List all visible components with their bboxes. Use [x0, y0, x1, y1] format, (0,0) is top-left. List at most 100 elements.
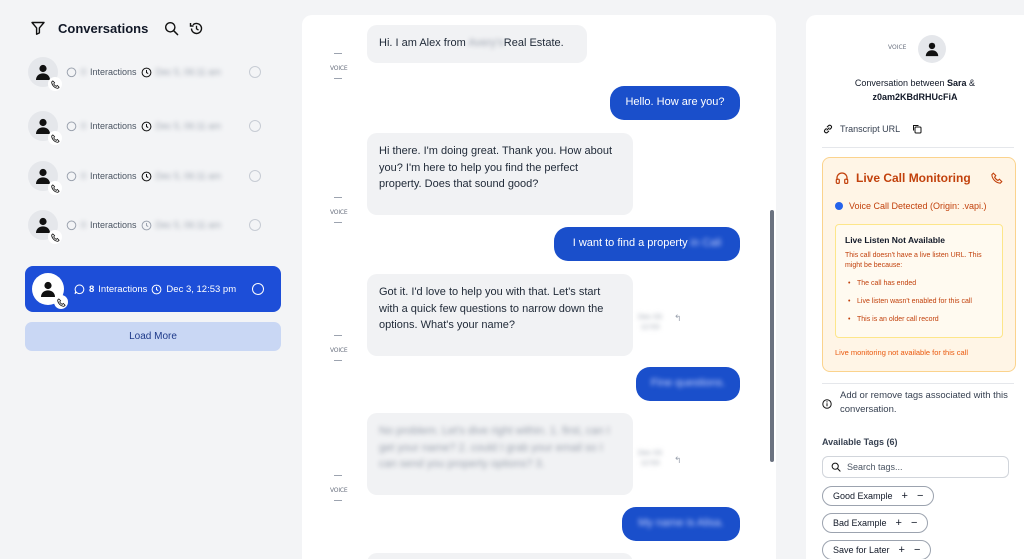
tags-info: Add or remove tags associated with this …	[822, 389, 1010, 417]
unavailable-title: Live Listen Not Available	[845, 235, 945, 245]
live-listen-unavailable-box: Live Listen Not Available This call does…	[835, 224, 1003, 338]
chat-bubble-icon	[74, 283, 85, 295]
chat-transcript: VOICE Hi. I am Alex from Avery'sReal Est…	[302, 15, 776, 559]
tag-search-input[interactable]	[847, 462, 997, 472]
avatar	[28, 161, 62, 195]
tag-search[interactable]	[822, 456, 1009, 478]
phone-icon	[54, 295, 68, 309]
select-radio[interactable]	[249, 219, 261, 231]
interaction-count: 8	[89, 283, 95, 295]
interactions-label: Interactions	[90, 171, 137, 181]
bot-logo: VOICE	[330, 197, 356, 223]
conversation-timestamp: Dec 3, 12:53 pm	[166, 283, 237, 295]
reply-icon[interactable]: ↰	[674, 455, 682, 466]
select-radio[interactable]	[249, 170, 261, 182]
participants-logos: VOICE	[888, 35, 952, 65]
status-dot	[835, 202, 843, 210]
phone-icon[interactable]	[991, 172, 1003, 184]
bot-logo: VOICE	[888, 44, 907, 51]
clock-icon	[141, 220, 152, 231]
avatar	[28, 210, 62, 244]
add-tag-button[interactable]: +	[896, 517, 902, 529]
bot-logo: VOICE	[330, 53, 356, 79]
clock-icon	[141, 67, 152, 78]
voice-call-detected: Voice Call Detected (Origin: .vapi.)	[835, 201, 987, 211]
bot-logo: VOICE	[330, 475, 356, 501]
interaction-count: 0	[81, 220, 87, 230]
add-tag-button[interactable]: +	[902, 490, 908, 502]
tag-chip[interactable]: Good Example + −	[822, 486, 935, 506]
phone-icon	[48, 77, 62, 91]
user-avatar	[918, 35, 946, 63]
message-time: Dec 03 12:53	[638, 448, 662, 467]
available-tags-heading: Available Tags (6)	[822, 437, 898, 447]
search-icon[interactable]	[164, 21, 179, 36]
agent-message: No problem. Let's dive right within. 1. …	[367, 413, 633, 495]
headphones-icon	[835, 171, 849, 185]
conversation-timestamp: Dec 5, 06:11 am	[155, 67, 221, 77]
clock-icon	[151, 284, 162, 295]
remove-tag-button[interactable]: −	[911, 517, 917, 529]
link-icon	[822, 123, 834, 135]
tag-chip[interactable]: Save for Later + −	[822, 540, 932, 559]
interactions-label: Interactions	[90, 121, 137, 131]
select-radio[interactable]	[249, 66, 261, 78]
live-call-monitoring-card: Live Call Monitoring Voice Call Detected…	[822, 157, 1016, 372]
reason-item: Live listen wasn't enabled for this call	[845, 297, 993, 307]
conversation-item-selected[interactable]: 8 Interactions Dec 3, 12:53 pm	[25, 266, 281, 312]
reasons-list: The call has ended Live listen wasn't en…	[845, 279, 993, 325]
interactions-label: Interactions	[90, 220, 137, 230]
remove-tag-button[interactable]: −	[917, 490, 923, 502]
bot-logo: VOICE	[330, 335, 356, 361]
select-radio[interactable]	[249, 120, 261, 132]
avatar	[32, 273, 68, 309]
filter-icon[interactable]	[30, 20, 46, 36]
chat-bubble-icon	[66, 171, 77, 182]
chat-bubble-icon	[66, 220, 77, 231]
avatar	[28, 111, 62, 145]
conversation-item[interactable]: 0 Interactions Dec 5, 06:11 am	[25, 156, 281, 196]
user-message: I want to find a property in Cali	[554, 227, 740, 261]
remove-tag-button[interactable]: −	[914, 544, 920, 556]
chat-scrollbar[interactable]	[770, 210, 774, 462]
conversation-timestamp: Dec 5, 06:11 am	[155, 220, 221, 230]
conversation-timestamp: Dec 5, 06:11 am	[155, 121, 221, 131]
conversations-panel: Conversations 0 Interactions Dec 5, 06:1…	[0, 0, 296, 559]
agent-message	[367, 553, 633, 559]
chat-bubble-icon	[66, 67, 77, 78]
conversation-between: Conversation between Sara & z0am2KBdRHUc…	[854, 78, 976, 102]
conversation-item[interactable]: 0 Interactions Dec 5, 06:11 am	[25, 52, 281, 92]
avatar	[28, 57, 62, 91]
transcript-url-label[interactable]: Transcript URL	[840, 124, 900, 134]
agent-message: Got it. I'd love to help you with that. …	[367, 274, 633, 356]
transcript-url[interactable]: Transcript URL	[822, 123, 922, 135]
copy-icon[interactable]	[912, 124, 922, 134]
load-more-button[interactable]: Load More	[25, 322, 281, 351]
divider	[822, 147, 1014, 148]
clock-icon	[141, 171, 152, 182]
conversation-item[interactable]: 0 Interactions Dec 5, 06:11 am	[25, 106, 281, 146]
agent-message: Hi there. I'm doing great. Thank you. Ho…	[367, 133, 633, 215]
conversation-id: z0am2KBdRHUcFiA	[872, 92, 958, 102]
live-monitoring-footer: Live monitoring not available for this c…	[835, 348, 968, 357]
add-tag-button[interactable]: +	[899, 544, 905, 556]
interactions-label: Interactions	[98, 283, 148, 295]
select-radio[interactable]	[252, 283, 264, 295]
history-icon[interactable]	[189, 21, 204, 36]
reply-icon[interactable]: ↰	[674, 313, 682, 324]
agent-message: Hi. I am Alex from Avery'sReal Estate.	[367, 25, 587, 63]
chat-bubble-icon	[66, 121, 77, 132]
conversation-item[interactable]: 0 Interactions Dec 5, 06:11 am	[25, 205, 281, 245]
info-icon	[822, 391, 832, 417]
clock-icon	[141, 121, 152, 132]
tag-chip[interactable]: Bad Example + −	[822, 513, 929, 533]
reason-item: The call has ended	[845, 279, 993, 289]
tag-label: Bad Example	[833, 518, 887, 528]
live-monitoring-title: Live Call Monitoring	[835, 171, 971, 185]
divider	[822, 383, 1014, 384]
interaction-count: 0	[81, 121, 87, 131]
reason-item: This is an older call record	[845, 315, 993, 325]
interaction-count: 0	[81, 171, 87, 181]
unavailable-description: This call doesn't have a live listen URL…	[845, 252, 982, 269]
phone-icon	[48, 131, 62, 145]
